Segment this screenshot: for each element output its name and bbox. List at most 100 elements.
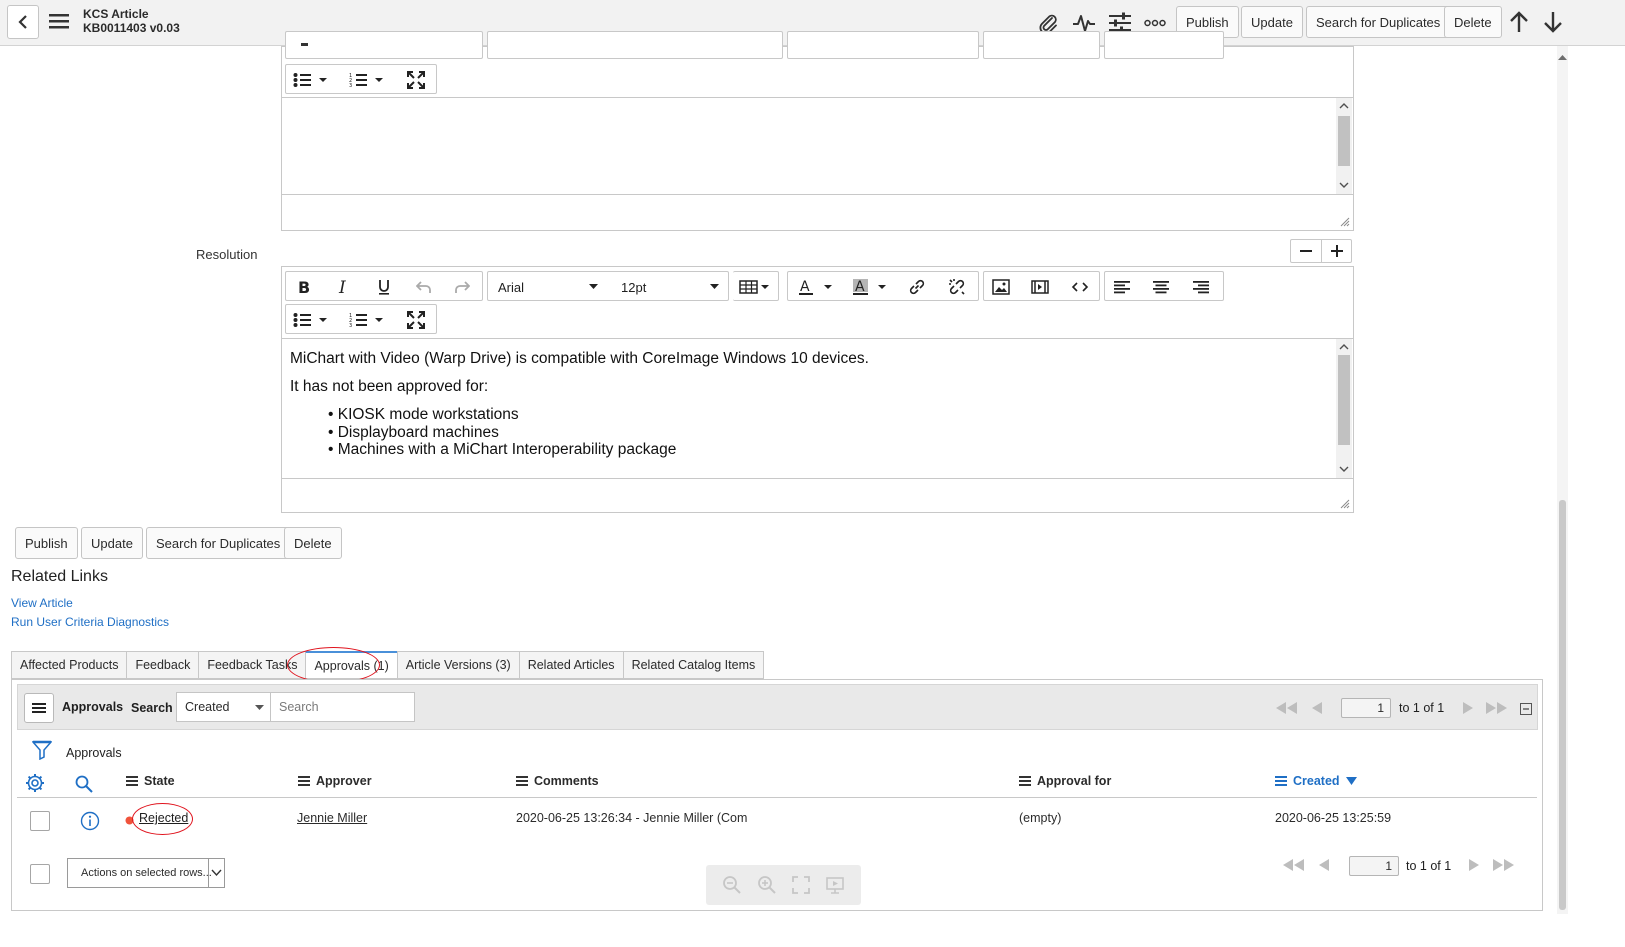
cause-editor-content[interactable] [282,97,1353,195]
tab-feedback[interactable]: Feedback [126,651,199,679]
delete-button[interactable]: Delete [284,527,342,559]
resolution-size-controls [1290,239,1352,263]
previous-page-icon[interactable] [1311,702,1323,714]
header-delete-button[interactable]: Delete [1444,6,1502,38]
breadcrumb[interactable]: Approvals [66,746,122,760]
cause-editor-scroll-thumb[interactable] [1338,116,1350,166]
column-header-created[interactable]: Created [1275,774,1357,788]
cell-state[interactable]: Rejected [139,811,188,825]
collapse-list-icon[interactable] [1520,703,1532,715]
view-article-link[interactable]: View Article [11,596,73,610]
numbered-list-button[interactable]: 123 [346,309,386,331]
fullscreen-button[interactable] [403,309,429,331]
footer-first-page-icon[interactable] [1282,859,1306,871]
resolution-toolbar-table-group [733,271,779,301]
search-duplicates-button[interactable]: Search for Duplicates [146,527,291,559]
align-left-button[interactable] [1109,276,1135,298]
resolution-editor-content[interactable]: MiChart with Video (Warp Drive) is compa… [282,338,1353,479]
bold-button[interactable]: B [291,276,317,298]
underline-button[interactable] [371,276,397,298]
align-right-icon [1193,281,1209,294]
more-options-button[interactable] [1144,18,1166,28]
actions-select[interactable]: Actions on selected rows... [67,858,225,888]
cell-approver[interactable]: Jennie Miller [297,811,367,825]
zoom-out-icon[interactable] [722,875,742,895]
info-icon[interactable] [80,811,100,831]
resolution-editor-scroll-thumb[interactable] [1338,355,1350,445]
font-family-select[interactable]: Arial [498,278,598,296]
resize-grip-icon[interactable] [1340,499,1350,509]
text-color-icon: A [799,279,832,295]
previous-record-button[interactable] [1508,10,1530,34]
tab-article-versions[interactable]: Article Versions (3) [396,651,519,679]
collapse-editor-button[interactable] [1291,240,1321,262]
insert-link-button[interactable] [904,276,930,298]
footer-last-page-icon[interactable] [1492,859,1516,871]
undo-button[interactable] [411,276,437,298]
next-record-button[interactable] [1542,10,1564,34]
expand-editor-button[interactable] [1321,240,1351,262]
cause-bullet-list-button[interactable] [290,69,330,91]
cause-bold-button[interactable] [291,40,317,50]
presentation-icon[interactable] [825,876,845,894]
tab-affected-products[interactable]: Affected Products [11,651,127,679]
italic-button[interactable]: I [331,276,357,298]
footer-next-page-icon[interactable] [1468,859,1480,871]
footer-page-number-input[interactable] [1349,856,1399,876]
related-lists-tabs: Affected Products Feedback Feedback Task… [11,651,765,679]
publish-button[interactable]: Publish [15,527,78,559]
column-header-comments[interactable]: Comments [516,774,599,788]
search-icon[interactable] [75,775,93,793]
form-context-menu-button[interactable] [49,12,69,30]
scroll-up-icon [1339,103,1349,109]
search-input[interactable] [270,692,415,722]
source-code-button[interactable] [1067,276,1093,298]
tab-approvals[interactable]: Approvals (1) [305,651,397,679]
insert-image-button[interactable] [988,276,1014,298]
fit-screen-icon[interactable] [792,876,811,894]
column-header-approval-for[interactable]: Approval for [1019,774,1111,788]
cause-numbered-list-button[interactable]: 123 [346,69,386,91]
run-user-criteria-link[interactable]: Run User Criteria Diagnostics [11,615,169,629]
tab-related-articles[interactable]: Related Articles [518,651,623,679]
background-color-button[interactable]: A [850,276,890,298]
tab-feedback-tasks[interactable]: Feedback Tasks [198,651,306,679]
next-page-icon[interactable] [1462,702,1474,714]
zoom-toolbar [706,865,861,905]
gear-icon[interactable] [25,773,45,793]
redo-button[interactable] [449,276,475,298]
zoom-in-icon[interactable] [757,875,777,895]
resolution-editor-scrollbar[interactable] [1336,339,1352,478]
align-right-button[interactable] [1188,276,1214,298]
tab-related-catalog-items[interactable]: Related Catalog Items [622,651,765,679]
first-page-icon[interactable] [1275,702,1299,714]
page-number-input[interactable] [1341,698,1391,718]
footer-previous-page-icon[interactable] [1318,859,1330,871]
insert-video-button[interactable] [1027,276,1053,298]
cause-fullscreen-button[interactable] [403,69,429,91]
last-page-icon[interactable] [1485,702,1509,714]
row-checkbox[interactable] [30,811,50,831]
column-header-approver[interactable]: Approver [298,774,372,788]
page-scroll-up-icon[interactable] [1558,54,1567,61]
font-size-select[interactable]: 12pt [621,278,719,296]
back-button[interactable] [7,5,39,39]
related-links-heading: Related Links [11,568,108,585]
header-search-duplicates-button[interactable]: Search for Duplicates [1306,6,1451,38]
cause-editor-scrollbar[interactable] [1336,98,1352,194]
page-scroll-thumb[interactable] [1559,500,1566,910]
update-button[interactable]: Update [81,527,143,559]
align-center-button[interactable] [1148,276,1174,298]
remove-link-button[interactable] [944,276,970,298]
text-color-button[interactable]: A [796,276,836,298]
filter-icon[interactable] [32,740,52,760]
column-header-state[interactable]: State [126,774,175,788]
resize-grip-icon[interactable] [1340,217,1350,227]
cause-editor: 123 [281,31,1354,231]
list-context-menu-button[interactable] [24,693,54,723]
select-all-checkbox[interactable] [30,864,50,884]
search-field-select[interactable]: Created [176,692,271,722]
header-update-button[interactable]: Update [1241,6,1303,38]
insert-table-button[interactable] [737,276,773,298]
bullet-list-button[interactable] [290,309,330,331]
